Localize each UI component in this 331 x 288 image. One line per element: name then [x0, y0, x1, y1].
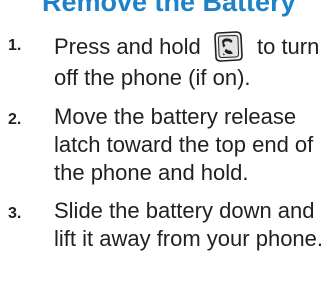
step-number: 2. — [8, 111, 22, 128]
step-item-3: 3. Slide the battery down and lift it aw… — [0, 197, 331, 253]
step-text-before-icon: Press and hold — [54, 34, 207, 59]
step-item-2: 2. Move the battery release latch toward… — [0, 103, 331, 187]
step-text: Move the battery release latch toward th… — [54, 104, 314, 185]
step-number: 1. — [8, 37, 22, 54]
step-text: Slide the battery down and lift it away … — [54, 198, 324, 251]
step-text: Press and hold to turn off the phone (if… — [54, 29, 324, 93]
instruction-page: Remove the Battery 1. Press and hold to … — [0, 0, 331, 288]
step-item-1: 1. Press and hold to turn off the phone … — [0, 29, 331, 93]
end-power-key-icon — [211, 29, 245, 63]
section-heading: Remove the Battery — [42, 0, 296, 17]
step-number: 3. — [8, 205, 22, 222]
steps-list: 1. Press and hold to turn off the phone … — [0, 29, 331, 253]
